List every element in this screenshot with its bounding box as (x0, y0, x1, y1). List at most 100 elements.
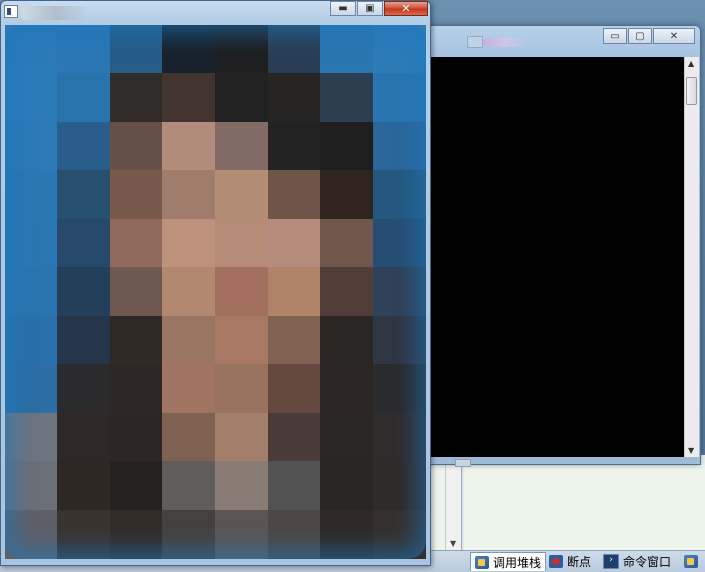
scroll-down-arrow-icon[interactable]: ▼ (450, 539, 456, 548)
mosaic-block (110, 413, 164, 463)
mosaic-block (162, 461, 216, 511)
image-viewer-window[interactable]: ▬ ▣ ✕ (0, 0, 431, 566)
scroll-up-arrow-icon[interactable]: ▲ (688, 59, 694, 68)
mosaic-block (162, 73, 216, 123)
mosaic-block (162, 25, 216, 75)
mosaic-block (215, 510, 269, 559)
mosaic-block (5, 73, 59, 123)
tab-more[interactable] (684, 553, 702, 570)
mosaic-block (215, 122, 269, 172)
mosaic-block (110, 364, 164, 414)
mosaic-block (57, 267, 111, 317)
mosaic-block (373, 413, 426, 463)
mosaic-block (268, 413, 322, 463)
mosaic-block (110, 25, 164, 75)
mosaic-block (215, 413, 269, 463)
mosaic-block (57, 73, 111, 123)
tab-breakpoints[interactable]: 断点 (549, 553, 591, 570)
mosaic-block (162, 510, 216, 559)
mosaic-block (320, 73, 374, 123)
tab-label: 命令窗口 (623, 555, 672, 569)
mosaic-block (320, 413, 374, 463)
ide-output-panel: ▼ (428, 455, 705, 550)
call-stack-icon (475, 555, 489, 569)
tab-command-window[interactable]: › 命令窗口 (603, 553, 671, 570)
mosaic-block (5, 413, 59, 463)
close-button[interactable]: ✕ (653, 28, 695, 44)
maximize-button[interactable]: ▢ (628, 28, 652, 44)
mosaic-block (162, 122, 216, 172)
mosaic-block (57, 316, 111, 366)
console-horizontal-scrollbar[interactable] (455, 459, 471, 467)
mosaic-block (5, 267, 59, 317)
mosaic-block (57, 25, 111, 75)
mosaic-block (373, 219, 426, 269)
console-title-bar[interactable]: ▭ ▢ ✕ (421, 26, 700, 56)
mosaic-block (57, 170, 111, 220)
app-icon (4, 5, 18, 18)
scrollbar-thumb[interactable] (686, 77, 697, 105)
console-vertical-scrollbar[interactable]: ▲ ▼ (684, 57, 699, 457)
minimize-button[interactable]: ▬ (330, 1, 356, 16)
command-window-icon: › (603, 554, 619, 569)
ide-panel-scrollbar[interactable]: ▼ (445, 465, 462, 550)
mosaic-block (57, 413, 111, 463)
mosaic-block (373, 364, 426, 414)
console-caption-buttons: ▭ ▢ ✕ (602, 28, 695, 44)
mosaic-block (320, 122, 374, 172)
mosaic-block (110, 170, 164, 220)
mosaic-block (320, 25, 374, 75)
mosaic-block (215, 25, 269, 75)
tab-label: 调用堆栈 (493, 555, 542, 570)
mosaic-block (373, 25, 426, 75)
mosaic-block (320, 170, 374, 220)
image-window-title (21, 6, 89, 20)
mosaic-block (320, 267, 374, 317)
mosaic-block (268, 364, 322, 414)
scroll-down-arrow-icon[interactable]: ▼ (688, 446, 694, 455)
mosaic-block (162, 364, 216, 414)
mosaic-block (110, 267, 164, 317)
mosaic-block (162, 219, 216, 269)
minimize-button[interactable]: ▭ (603, 28, 627, 44)
close-button[interactable]: ✕ (384, 1, 428, 16)
mosaic-block (373, 73, 426, 123)
mosaic-block (5, 316, 59, 366)
mosaic-block (57, 122, 111, 172)
mosaic-block (5, 25, 59, 75)
mosaic-block (162, 267, 216, 317)
mosaic-block (162, 316, 216, 366)
mosaic-block (268, 219, 322, 269)
tab-call-stack[interactable]: 调用堆栈 (470, 552, 547, 571)
mosaic-block (268, 25, 322, 75)
mosaic-block (215, 219, 269, 269)
mosaic-block (57, 364, 111, 414)
mosaic-block (215, 461, 269, 511)
console-output-area[interactable] (427, 57, 684, 457)
mosaic-block (215, 170, 269, 220)
mosaic-block (5, 170, 59, 220)
console-window-title (483, 38, 527, 47)
mosaic-block (110, 461, 164, 511)
mosaic-block (320, 461, 374, 511)
console-app-icon (467, 36, 483, 48)
mosaic-block (110, 73, 164, 123)
mosaic-block (320, 510, 374, 559)
image-title-bar[interactable]: ▬ ▣ ✕ (1, 1, 430, 23)
console-window[interactable]: ▭ ▢ ✕ ▲ ▼ (420, 25, 701, 467)
mosaic-block (215, 316, 269, 366)
breakpoint-icon (549, 555, 563, 568)
mosaic-block (268, 316, 322, 366)
mosaic-block (373, 316, 426, 366)
mosaic-block (268, 73, 322, 123)
mosaic-block (373, 267, 426, 317)
mosaic-block (5, 219, 59, 269)
mosaic-block (268, 170, 322, 220)
mosaic-block (162, 170, 216, 220)
image-caption-buttons: ▬ ▣ ✕ (329, 1, 428, 16)
mosaic-block (57, 461, 111, 511)
mosaic-block (110, 510, 164, 559)
mosaic-block (320, 219, 374, 269)
mosaic-block (215, 267, 269, 317)
maximize-button[interactable]: ▣ (357, 1, 383, 16)
